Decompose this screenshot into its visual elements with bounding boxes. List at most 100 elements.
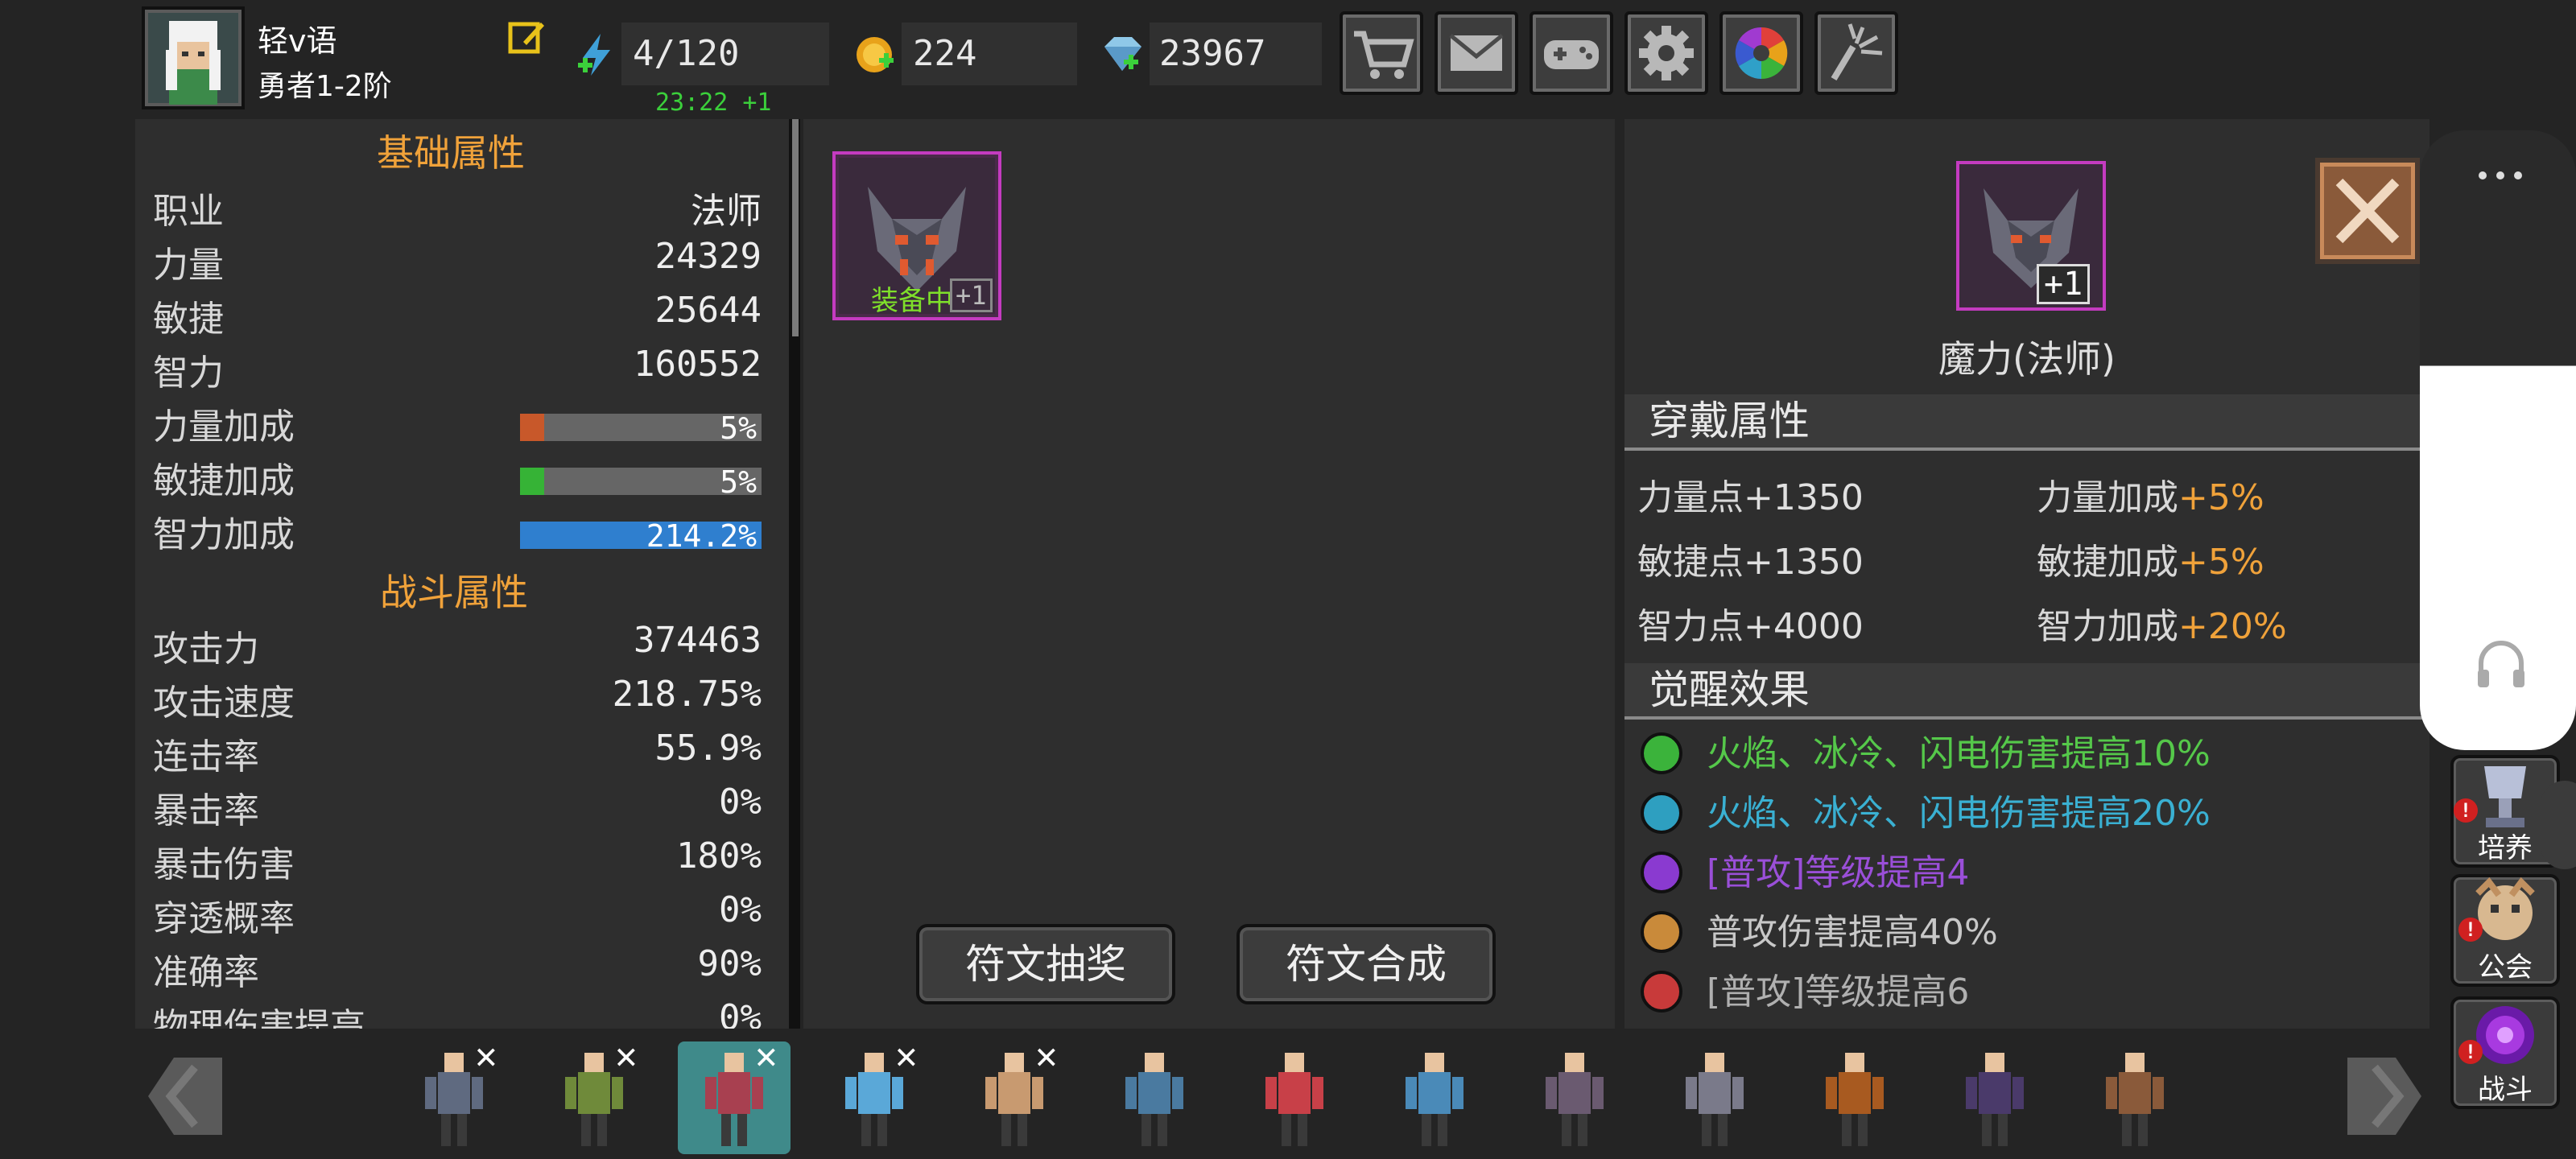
battle-attr-value: 0% [719,889,762,930]
base-attr-value: 法师 [691,191,762,232]
gold-icon [855,32,897,77]
floating-widget [2420,130,2576,750]
wear-stat: 敏捷加成+5% [2037,533,2264,584]
hero-sprite-icon [1966,1053,2024,1146]
wear-stat: 智力加成+20% [2037,597,2287,649]
battle-attr-value: 218.75% [612,674,762,715]
hero-slot[interactable] [1098,1041,1211,1154]
awaken-effect: [普攻]等级提高6 [1637,963,2426,1022]
hero-slot[interactable]: ✕ [958,1033,1071,1154]
awaken-text: 火焰、冰冷、闪电伤害提高10% [1707,733,2211,774]
hero-slot[interactable]: ✕ [818,1033,931,1154]
awaken-dot [1641,852,1682,893]
mail-button[interactable] [1435,11,1518,95]
hero-slot[interactable]: ✕ [678,1033,791,1154]
hero-slot[interactable] [1518,1041,1631,1154]
bonus-value: 214.2% [646,518,757,554]
next-page-button[interactable] [2339,1046,2428,1146]
awaken-dot [1641,732,1682,774]
base-attr-label: 职业 [153,191,224,232]
wear-stat-value: +5% [2178,477,2264,518]
bonus-bar: 5% [520,410,762,446]
awaken-text: 普攻伤害提高40% [1707,912,1998,953]
more-options-button[interactable] [2476,167,2524,184]
battle-attr-label: 连击率 [153,736,259,777]
inventory-panel: 装备中 +1 符文抽奖 符文合成 [803,119,1615,1029]
hero-slot[interactable]: ✕ [398,1033,510,1154]
bonus-bar: 214.2% [520,518,762,554]
close-button[interactable] [2315,158,2420,264]
game-button[interactable] [1530,11,1613,95]
gem-icon [1100,35,1145,76]
battle-button[interactable]: ! 战斗 [2450,996,2560,1109]
shop-button[interactable] [1340,11,1423,95]
hero-slot[interactable] [1798,1041,1911,1154]
guild-button[interactable]: ! 公会 [2450,874,2560,987]
detail-level-badge: +1 [2037,264,2091,304]
side-edge-button[interactable] [2541,781,2576,869]
stats-panel: 基础属性 职业 法师 力量 24329 敏捷 25644 智力 160552 力量加成… [135,119,789,1029]
hero-slot[interactable] [2079,1041,2191,1154]
stamina-value: 4/120 [633,33,740,74]
awaken-text: [普攻]等级提高4 [1707,852,1970,893]
hero-slot[interactable] [1938,1041,2051,1154]
wear-stat: 力量加成+5% [2037,468,2264,520]
awaken-effect: [普攻]等级提高4 [1637,843,2426,903]
hero-remove-icon[interactable]: ✕ [755,1033,778,1077]
portal-icon [2476,1006,2534,1064]
arrow-left-icon [148,1058,222,1135]
gem-box: 23967 [1150,23,1322,85]
bonus-value: 5% [720,464,757,500]
base-attr-label: 智力 [153,353,224,394]
base-attr-label: 敏捷 [153,299,224,340]
hero-slot[interactable] [1378,1041,1491,1154]
wear-stat-value: +1350 [1744,542,1864,583]
hero-remove-icon[interactable]: ✕ [895,1033,918,1077]
cart-icon [1354,31,1414,79]
headset-button[interactable] [2473,637,2529,694]
detail-panel: +1 魔力(法师) 穿戴属性 力量点+1350 力量加成+5% 敏捷点+1350… [1624,119,2429,1029]
wear-stat-label: 力量加成 [2037,477,2178,518]
battle-attr-value: 374463 [634,620,762,661]
hero-sprite-icon [1406,1053,1463,1146]
hero-sprite-icon [2106,1053,2164,1146]
bonus-bar: 5% [520,464,762,500]
rune-lottery-button[interactable]: 符文抽奖 [916,924,1175,1004]
awaken-text: [普攻]等级提高6 [1707,971,1970,1013]
firework-button[interactable] [1814,11,1898,95]
wear-stat: 敏捷点+1350 [1637,533,1864,584]
hero-slot[interactable]: ✕ [538,1033,650,1154]
bonus-label: 力量加成 [153,406,295,448]
hero-slot[interactable] [1238,1041,1351,1154]
awaken-dot [1641,911,1682,953]
gear-icon [1639,26,1694,80]
rune-synth-button[interactable]: 符文合成 [1236,924,1496,1004]
theme-button[interactable] [1719,11,1803,95]
edit-name-button[interactable] [507,18,546,56]
hero-remove-icon[interactable]: ✕ [615,1033,638,1077]
rune-slot[interactable]: 装备中 +1 [832,151,1001,320]
hero-remove-icon[interactable]: ✕ [1035,1033,1058,1077]
stats-scroll-thumb[interactable] [792,119,799,336]
arrow-right-icon [2347,1058,2421,1135]
battle-label: 战斗 [2478,1074,2533,1106]
prev-page-button[interactable] [142,1046,230,1146]
awaken-effect: 火焰、冰冷、闪电伤害提高10% [1637,724,2426,784]
hero-remove-icon[interactable]: ✕ [475,1033,497,1077]
detail-item-icon: +1 [1956,161,2106,311]
awaken-dot [1641,971,1682,1013]
wear-stat-label: 智力点 [1637,606,1744,647]
stamina-box: 4/120 [621,23,829,85]
battle-attr-value: 180% [676,835,762,876]
gem-value: 23967 [1159,33,1266,74]
settings-button[interactable] [1624,11,1708,95]
avatar[interactable] [142,6,245,109]
guild-alert-icon: ! [2458,918,2483,942]
battle-attr-label: 攻击速度 [153,683,295,724]
more-icon [2479,171,2522,179]
awaken-effect: 普攻伤害提高40% [1637,903,2426,963]
guild-label: 公会 [2478,951,2533,984]
hero-slot[interactable] [1658,1041,1771,1154]
bonus-label: 敏捷加成 [153,460,295,501]
battle-attr-label: 穿透概率 [153,898,295,939]
